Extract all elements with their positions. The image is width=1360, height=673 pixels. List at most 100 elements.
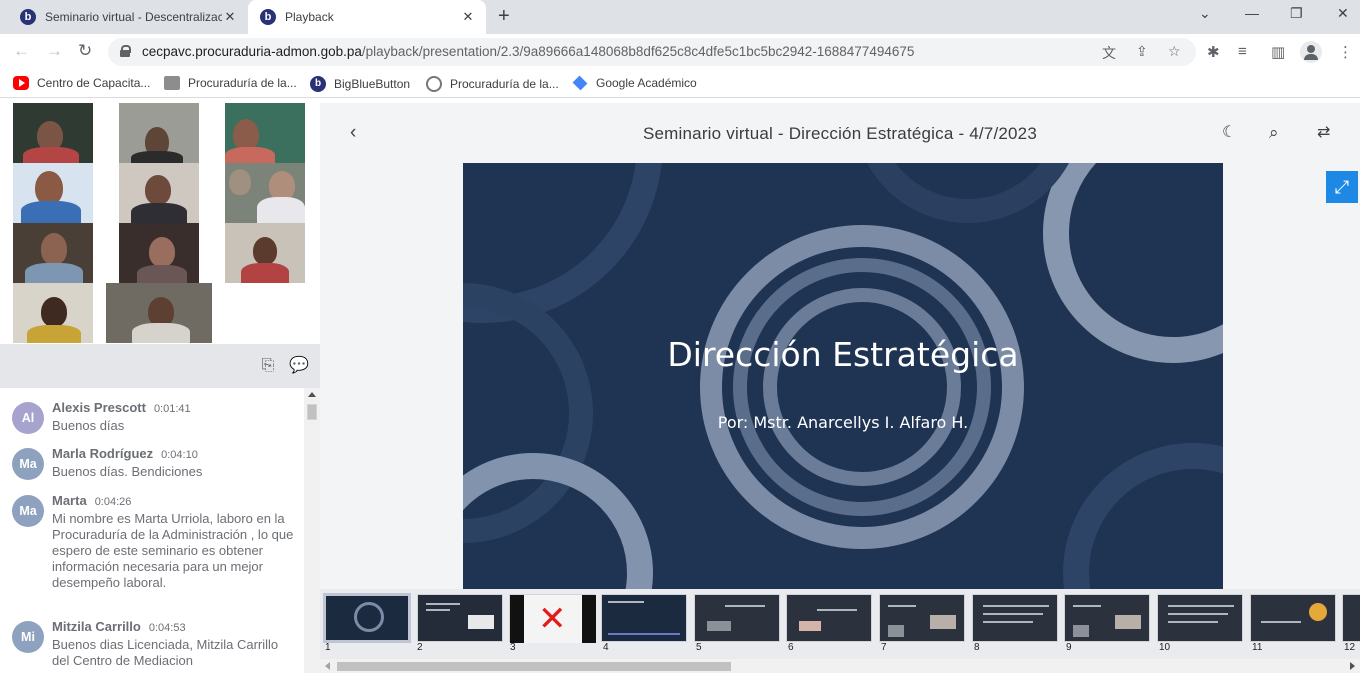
slide-decoration <box>463 453 653 591</box>
avatar: Ma <box>12 495 44 527</box>
slide-thumbnails: 1 2 ✕ 3 4 5 6 7 8 9 10 11 12 <box>320 589 1360 659</box>
share-icon[interactable]: ⇪ <box>1136 43 1148 60</box>
lock-icon[interactable] <box>120 45 131 57</box>
chat-messages: Al Alexis Prescott 0:01:41 Buenos días Ma… <box>0 388 304 673</box>
webcam-tile <box>225 223 305 283</box>
slide-decoration <box>1063 443 1223 591</box>
chat-timestamp[interactable]: 0:04:10 <box>161 449 198 461</box>
slide-decoration <box>1043 163 1223 363</box>
bookmarks-bar: Centro de Capacita... Procuraduría de la… <box>0 70 1360 98</box>
translate-icon[interactable]: 文 <box>1102 43 1116 63</box>
close-window-button[interactable]: ✕ <box>1337 5 1349 22</box>
slide-thumbnail[interactable] <box>879 594 965 642</box>
dark-mode-moon-icon[interactable]: ☾ <box>1222 123 1236 143</box>
scroll-up-arrow-icon[interactable] <box>308 392 316 397</box>
avatar: Al <box>12 402 44 434</box>
search-icon[interactable]: ⌕ <box>1269 123 1279 143</box>
tab-close-icon[interactable]: ✕ <box>460 9 476 25</box>
slide-thumbnail[interactable] <box>601 594 687 642</box>
slide-thumbnail[interactable] <box>1250 594 1336 642</box>
bookmark-item[interactable]: Procuraduría de la... <box>164 76 297 90</box>
chat-text: Mi nombre es Marta Urriola, laboro en la… <box>52 511 294 590</box>
thumbnail-number: 9 <box>1066 642 1072 653</box>
thumbnail-number: 11 <box>1252 642 1263 653</box>
reload-icon[interactable]: ↻ <box>78 42 92 60</box>
chat-timestamp[interactable]: 0:04:26 <box>95 496 132 508</box>
chat-author: Marla Rodríguez 0:04:10 <box>52 446 198 461</box>
slide-thumbnail[interactable] <box>1342 594 1360 642</box>
url-text[interactable]: cecpavc.procuraduria-admon.gob.pa/playba… <box>142 44 914 59</box>
back-arrow-icon[interactable]: ← <box>13 42 30 60</box>
tab-search-dropdown-icon[interactable]: ⌄ <box>1199 5 1211 22</box>
document-icon <box>164 76 180 90</box>
chat-author: Mitzila Carrillo 0:04:53 <box>52 619 186 634</box>
browser-tab-strip: b Seminario virtual - Descentralizac ✕ b… <box>0 0 1360 34</box>
slide-thumbnail[interactable] <box>1157 594 1243 642</box>
slide-thumbnail[interactable] <box>417 594 503 642</box>
webcam-tile <box>13 163 93 223</box>
bookmark-item[interactable]: Centro de Capacita... <box>13 76 150 90</box>
slide-thumbnail[interactable] <box>323 593 411 643</box>
clipboard-icon[interactable]: ⎘ <box>259 357 277 375</box>
bookmark-item[interactable]: b BigBlueButton <box>310 76 410 92</box>
current-slide: Dirección Estratégica Por: Mstr. Anarcel… <box>463 163 1223 591</box>
recording-title: Seminario virtual - Dirección Estratégic… <box>642 124 1037 143</box>
tab-title: Playback <box>285 10 334 24</box>
side-panel-icon[interactable]: ▥ <box>1271 43 1285 61</box>
scrollbar-thumb[interactable] <box>337 662 731 671</box>
webcam-tile <box>119 103 199 163</box>
webcam-tile <box>225 163 305 223</box>
slide-thumbnail[interactable] <box>786 594 872 642</box>
chat-author: Marta 0:04:26 <box>52 493 132 508</box>
extensions-puzzle-icon[interactable]: ✱ <box>1207 43 1220 61</box>
media-controls-icon[interactable]: ≡ <box>1238 43 1247 60</box>
minimize-button[interactable]: — <box>1245 5 1259 21</box>
scroll-left-arrow-icon[interactable] <box>325 662 330 670</box>
chat-bubbles-icon[interactable]: 💬 <box>289 357 309 375</box>
new-tab-button[interactable]: + <box>498 6 510 26</box>
webcam-tile <box>225 103 305 163</box>
scrollbar-thumb[interactable] <box>307 404 317 420</box>
address-bar[interactable]: cecpavc.procuraduria-admon.gob.pa/playba… <box>108 38 1196 66</box>
bigbluebutton-favicon-icon: b <box>260 9 276 25</box>
chat-timestamp[interactable]: 0:04:53 <box>149 622 186 634</box>
webcam-tile <box>13 223 93 283</box>
scroll-right-arrow-icon[interactable] <box>1350 662 1355 670</box>
forward-arrow-icon[interactable]: → <box>46 42 63 60</box>
webcam-tile <box>13 283 93 343</box>
chat-text: Buenos días <box>52 418 125 433</box>
tab-close-icon[interactable]: ✕ <box>222 9 238 25</box>
chat-scrollbar[interactable] <box>304 388 320 673</box>
menu-kebab-icon[interactable]: ⋮ <box>1338 43 1353 61</box>
scholar-icon <box>572 75 588 91</box>
thumbnail-number: 2 <box>417 642 423 653</box>
thumbnail-number: 3 <box>510 642 516 653</box>
thumbnail-number: 4 <box>603 642 609 653</box>
slide-thumbnail[interactable] <box>694 594 780 642</box>
chat-timestamp[interactable]: 0:01:41 <box>154 403 191 415</box>
avatar: Ma <box>12 448 44 480</box>
thumbnail-number: 10 <box>1159 642 1171 653</box>
slide-thumbnail[interactable] <box>1064 594 1150 642</box>
thumbnail-number: 8 <box>974 642 980 653</box>
webcam-tile <box>119 223 199 283</box>
swap-layout-icon[interactable]: ⇄ <box>1317 123 1330 143</box>
slide-thumbnail[interactable]: ✕ <box>509 594 596 643</box>
webcam-tile <box>119 163 199 223</box>
bookmark-item[interactable]: Google Académico <box>572 75 697 91</box>
left-panel: ⎘ 💬 Al Alexis Prescott 0:01:41 Buenos día… <box>0 103 320 673</box>
tab-playback[interactable]: b Playback ✕ <box>248 0 486 34</box>
webcam-tile <box>13 103 93 163</box>
tab-seminario[interactable]: b Seminario virtual - Descentralizac ✕ <box>8 0 248 34</box>
avatar: Mi <box>12 621 44 653</box>
tab-title: Seminario virtual - Descentralizac <box>45 10 222 24</box>
restore-button[interactable]: ❐ <box>1290 5 1303 22</box>
thumbnails-scrollbar[interactable] <box>320 659 1360 673</box>
bookmark-star-icon[interactable]: ☆ <box>1168 43 1181 60</box>
fullscreen-button[interactable]: ⤢ <box>1326 171 1358 203</box>
chat-text: Buenos dias Licenciada, Mitzila Carrillo… <box>52 637 279 668</box>
bookmark-item[interactable]: Procuraduría de la... <box>426 76 559 92</box>
profile-avatar-icon[interactable] <box>1300 41 1322 63</box>
slide-thumbnail[interactable] <box>972 594 1058 642</box>
thumbnail-number: 1 <box>325 642 331 653</box>
